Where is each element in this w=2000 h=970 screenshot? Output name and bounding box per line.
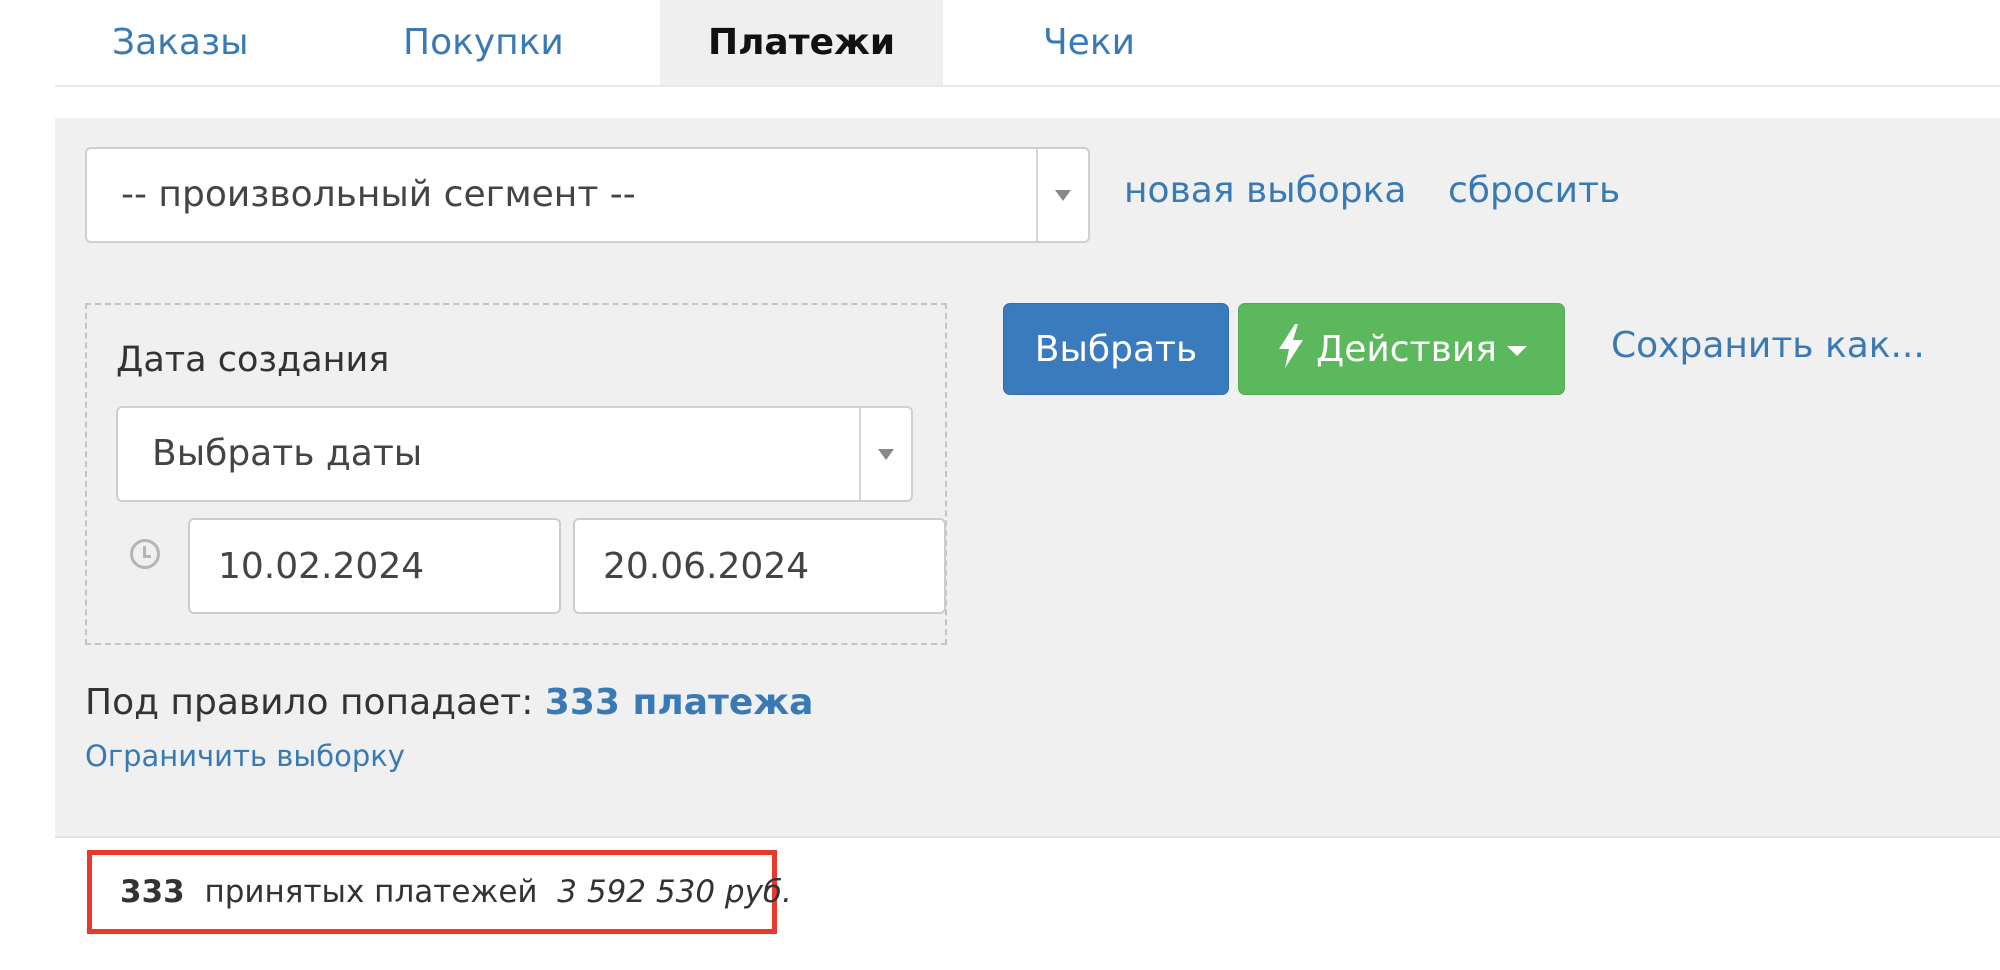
rule-label: Дата создания [116,340,390,380]
summary-line: 333 принятых платежей 3 592 530 руб. [120,855,792,929]
caret-down-icon [1506,346,1527,356]
clock-icon [130,539,160,569]
tab-receipts[interactable]: Чеки [1043,0,1135,85]
period-select[interactable]: Выбрать даты [116,406,913,502]
actions-button-label: Действия [1316,329,1497,370]
tab-bar: Заказы Покупки Платежи Чеки [55,0,2000,87]
match-prefix: Под правило попадает: [85,682,534,723]
tab-purchases[interactable]: Покупки [403,0,564,85]
match-count-link[interactable]: 333 платежа [545,682,814,723]
summary-label: принятых платежей [204,874,538,910]
payments-summary: 333 принятых платежей 3 592 530 руб. [87,850,792,934]
triangle-down-icon [878,449,894,460]
new-selection-link[interactable]: новая выборка [1124,170,1406,211]
lightning-bolt-icon [1279,324,1304,368]
period-select-toggle[interactable] [859,408,911,500]
match-line: Под правило попадает: 333 платежа [85,682,813,723]
reset-link[interactable]: сбросить [1448,170,1620,211]
date-to-input[interactable] [573,518,946,614]
segment-select[interactable]: -- произвольный сегмент -- [85,147,1090,243]
filter-panel: -- произвольный сегмент -- новая выборка… [55,118,2000,838]
page: Заказы Покупки Платежи Чеки -- произволь… [0,0,2000,970]
select-button[interactable]: Выбрать [1003,303,1229,395]
save-as-link[interactable]: Сохранить как... [1611,325,1925,366]
date-from-input[interactable] [188,518,561,614]
segment-select-value: -- произвольный сегмент -- [121,174,636,215]
summary-count: 333 [120,874,185,910]
actions-button[interactable]: Действия [1238,303,1565,395]
limit-selection-link[interactable]: Ограничить выборку [85,739,405,773]
tab-orders[interactable]: Заказы [112,0,249,85]
summary-amount: 3 592 530 руб. [557,874,792,910]
triangle-down-icon [1055,190,1071,201]
tab-payments[interactable]: Платежи [660,0,943,85]
segment-select-toggle[interactable] [1036,149,1088,241]
select-button-label: Выбрать [1034,329,1198,370]
period-select-value: Выбрать даты [152,433,423,474]
